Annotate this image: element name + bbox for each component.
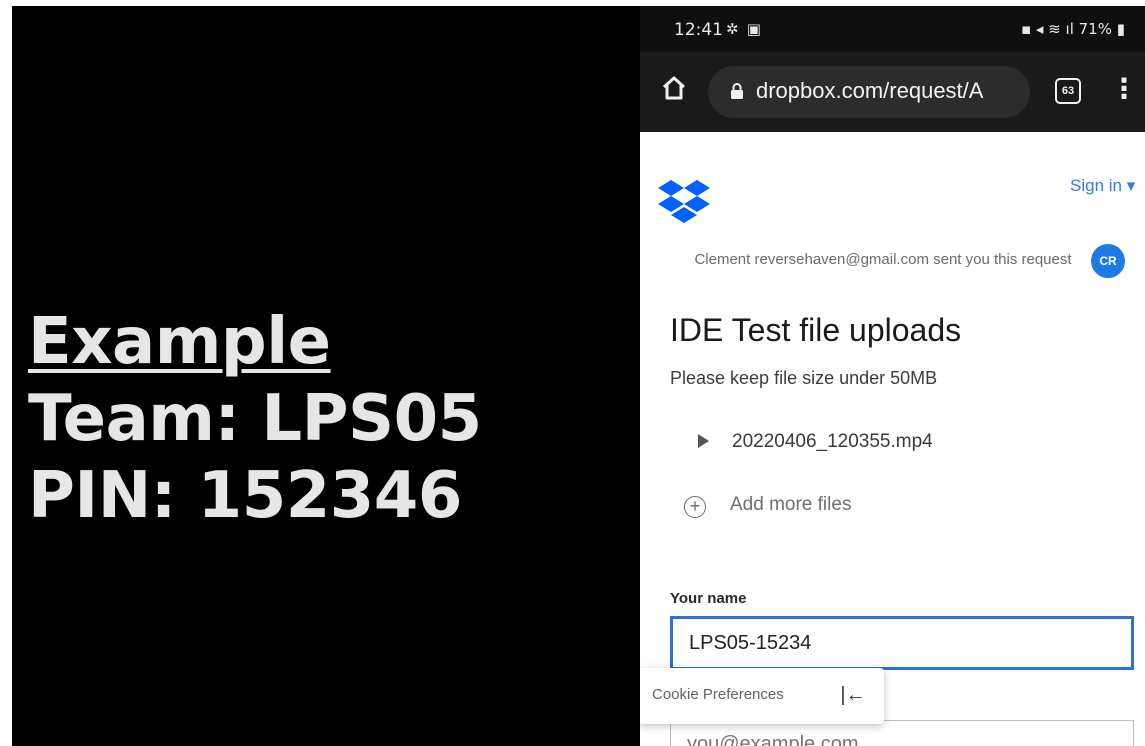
- cookie-preferences-label: Cookie Preferences: [652, 686, 784, 703]
- video-overlay-panel: Example Team: LPS05 PIN: 152346: [12, 6, 640, 746]
- add-circle-icon: +: [684, 496, 706, 518]
- lock-icon: [731, 83, 743, 99]
- phone-screen: 12:41 ✲ ▣ ▪ ◂ ≋ ıl 71% ▮ dropbox.com/req…: [640, 6, 1145, 746]
- collapse-left-icon[interactable]: |←: [840, 682, 866, 708]
- notification-icons: ✲ ▣: [726, 21, 763, 38]
- cookie-preferences-bar[interactable]: Cookie Preferences |←: [640, 668, 884, 724]
- signal-icon: ▪ ◂ ≋ ıl: [1020, 20, 1079, 38]
- request-title: IDE Test file uploads: [670, 312, 962, 348]
- dropbox-logo-icon[interactable]: [658, 178, 710, 224]
- battery-level: 71%: [1078, 20, 1112, 38]
- overlay-line-team: Team: LPS05: [28, 381, 482, 456]
- overlay-line-example: Example: [28, 305, 331, 379]
- battery-icon: ▮: [1111, 20, 1125, 38]
- file-name: 20220406_120355.mp4: [732, 431, 933, 452]
- sign-in-link[interactable]: Sign in ▾: [1070, 176, 1135, 196]
- status-time: 12:41: [674, 20, 723, 40]
- your-name-input[interactable]: [670, 616, 1134, 670]
- url-text: dropbox.com/request/A: [756, 78, 984, 103]
- overflow-menu-icon[interactable]: ⋮: [1110, 72, 1138, 106]
- uploaded-file-item[interactable]: 20220406_120355.mp4: [678, 420, 978, 466]
- browser-toolbar: dropbox.com/request/A 63 ⋮: [640, 52, 1145, 132]
- status-bar: 12:41 ✲ ▣ ▪ ◂ ≋ ıl 71% ▮: [640, 6, 1145, 52]
- tabs-count-button[interactable]: 63: [1055, 78, 1081, 104]
- request-description: Please keep file size under 50MB: [670, 368, 938, 388]
- address-bar[interactable]: dropbox.com/request/A: [708, 66, 1030, 118]
- play-icon: [698, 434, 709, 448]
- add-more-files-button[interactable]: + Add more files: [684, 490, 944, 530]
- screenshot-frame: Example Team: LPS05 PIN: 152346 12:41 ✲ …: [0, 0, 1145, 746]
- sender-avatar: CR: [1091, 244, 1125, 278]
- your-name-label: Your name: [670, 590, 747, 607]
- overlay-caption: Example Team: LPS05 PIN: 152346: [28, 304, 482, 534]
- overlay-line-pin: PIN: 152346: [28, 458, 462, 533]
- add-more-files-label: Add more files: [730, 494, 852, 515]
- request-sender-text: Clement reversehaven@gmail.com sent you …: [694, 251, 1072, 268]
- home-icon-svg: [662, 76, 686, 100]
- home-icon[interactable]: [658, 74, 690, 106]
- status-right-icons: ▪ ◂ ≋ ıl 71% ▮: [1021, 20, 1125, 38]
